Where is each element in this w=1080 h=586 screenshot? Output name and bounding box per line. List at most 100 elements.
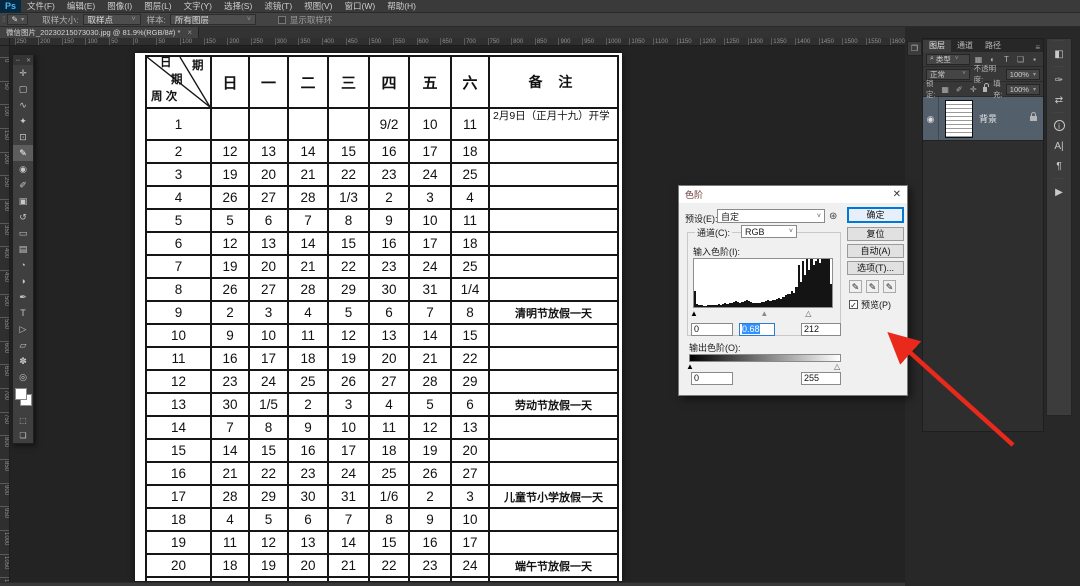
smart-object-filter-icon[interactable]: ▪ [1029,55,1040,64]
close-icon[interactable]: ✕ [893,189,901,200]
collapse-icon[interactable]: ↔ [15,57,21,63]
lock-pixels-icon[interactable]: ✐ [954,85,965,94]
hand-tool[interactable]: ✽ [13,353,33,369]
brush-presets-panel-icon[interactable]: ✑ [1047,71,1071,91]
reset-button[interactable]: 复位 [847,227,904,241]
shape-tool[interactable]: ▱ [13,337,33,353]
output-white-slider[interactable]: △ [834,363,840,371]
lock-transparency-icon[interactable]: ▦ [940,85,951,94]
lock-icons: ▦✐✛ [937,85,979,94]
collapsed-panel-icon[interactable]: ❐ [907,41,922,56]
preview-checkbox[interactable]: ✓ 预览(P) [849,298,891,311]
menu-item[interactable]: 选择(S) [218,0,258,13]
menu-item[interactable]: 图像(I) [101,0,138,13]
gray-point-eyedropper-icon[interactable]: ✎ [866,280,879,293]
filter-type-select[interactable]: ⌕ 类型 ˅ [926,54,970,65]
active-tool-chip[interactable]: ✎ ▾ [7,14,28,25]
options-button[interactable]: 选项(T)... [847,261,904,275]
date-cell: 21 [409,347,451,370]
history-brush-tool[interactable]: ↺ [13,209,33,225]
auto-button[interactable]: 自动(A) [847,244,904,258]
blur-tool[interactable]: ◔ [13,257,33,273]
menu-item[interactable]: 编辑(E) [61,0,101,13]
menu-item[interactable]: 滤镜(T) [258,0,298,13]
pen-tool[interactable]: ✒ [13,289,33,305]
show-sampling-ring-checkbox[interactable]: 显示取样环 [278,14,333,26]
rectangular-marquee-tool[interactable]: ▢ [13,81,33,97]
info-panel-icon[interactable]: i [1047,117,1071,137]
close-icon[interactable]: ✕ [26,57,31,64]
tab-layers[interactable]: 图层 [923,40,951,52]
ruler-tick: 200 [38,38,50,46]
vertical-ruler[interactable]: 0501001502002503003504004505005506006507… [0,38,10,586]
channel-select[interactable]: RGB ˅ [741,225,797,238]
eyedropper-tool[interactable]: ✎ [13,145,33,161]
clone-source-panel-icon[interactable]: ⇄ [1047,91,1071,111]
tab-paths[interactable]: 路径 [979,40,1007,52]
date-cell: 9/2 [369,108,409,140]
shape-filter-icon[interactable]: ❏ [1015,55,1026,64]
gear-icon[interactable]: ⊛ [829,211,837,222]
black-input-slider[interactable]: ▲ [690,310,698,318]
menu-item[interactable]: 图层(L) [138,0,177,13]
character-panel-icon[interactable]: A| [1047,137,1071,157]
output-black-field[interactable]: 0 [691,372,733,385]
levels-dialog-titlebar[interactable]: 色阶 ✕ [679,186,907,203]
calendar-document-image[interactable]: 日期期周 次日一二三四五六备 注19/210112月9日（正月十九）开学2121… [135,53,622,581]
layer-visibility-eye-icon[interactable]: ◉ [923,97,939,140]
opacity-field[interactable]: 100% ▾ [1006,69,1040,80]
output-white-field[interactable]: 255 [801,372,841,385]
gamma-input-slider[interactable]: ▲ [760,310,768,318]
preset-select[interactable]: 自定 ˅ [717,209,825,223]
layer-thumbnail[interactable] [945,100,973,138]
close-icon[interactable]: × [187,28,192,37]
output-black-slider[interactable]: ▲ [686,363,694,371]
brush-tool[interactable]: ✐ [13,177,33,193]
tools-panel-header[interactable]: ↔ ✕ [13,55,33,65]
input-gamma-field[interactable]: 0.68 [739,323,775,336]
actions-panel-icon[interactable]: ▶ [1047,183,1071,203]
gradient-tool[interactable]: ▤ [13,241,33,257]
menu-item[interactable]: 文字(Y) [178,0,218,13]
eraser-tool[interactable]: ▭ [13,225,33,241]
clone-stamp-tool[interactable]: ▣ [13,193,33,209]
foreground-color-swatch[interactable] [15,388,27,400]
crop-tool[interactable]: ⊡ [13,129,33,145]
date-cell: 16 [369,140,409,163]
input-black-field[interactable]: 0 [691,323,733,336]
lock-position-icon[interactable]: ✛ [968,85,979,94]
panel-menu-icon[interactable]: ≡ [1035,43,1043,52]
type-tool[interactable]: T [13,305,33,321]
sample-size-select[interactable]: 取样点 ˅ [83,14,141,25]
input-white-field[interactable]: 212 [801,323,841,336]
menu-item[interactable]: 文件(F) [21,0,61,13]
path-selection-tool[interactable]: ▷ [13,321,33,337]
ok-button[interactable]: 确定 [847,207,904,223]
black-point-eyedropper-icon[interactable]: ✎ [849,280,862,293]
adjustments-panel-icon[interactable]: ◧ [1047,45,1071,65]
menu-item[interactable]: 视图(V) [298,0,338,13]
quick-selection-tool[interactable]: ✦ [13,113,33,129]
zoom-tool[interactable]: ◎ [13,369,33,385]
photoshop-logo: Ps [0,0,21,13]
screen-mode-button[interactable]: ❏ [13,428,33,443]
menu-item[interactable]: 窗口(W) [339,0,382,13]
layer-row-background[interactable]: ◉ 背景 [923,97,1043,141]
date-cell: 7 [328,508,369,531]
lasso-tool[interactable]: ∿ [13,97,33,113]
horizontal-ruler[interactable]: 2502001501005005010015020025030035040045… [10,38,905,46]
sample-layers-select[interactable]: 所有图层 ˅ [170,14,256,25]
note-cell [489,278,618,301]
document-tab[interactable]: 微信图片_20230215073030.jpg @ 81.9%(RGB/8#) … [0,27,199,38]
white-input-slider[interactable]: △ [805,310,811,318]
white-point-eyedropper-icon[interactable]: ✎ [883,280,896,293]
healing-brush-tool[interactable]: ◉ [13,161,33,177]
quick-mask-button[interactable]: ⬚ [13,413,33,428]
move-tool[interactable]: ✛ [13,65,33,81]
fill-field[interactable]: 100% ▾ [1006,84,1040,95]
tab-channels[interactable]: 通道 [951,40,979,52]
dodge-tool[interactable]: ◑ [13,273,33,289]
lock-all-icon[interactable] [983,87,987,92]
menu-item[interactable]: 帮助(H) [381,0,422,13]
paragraph-panel-icon[interactable]: ¶ [1047,157,1071,177]
